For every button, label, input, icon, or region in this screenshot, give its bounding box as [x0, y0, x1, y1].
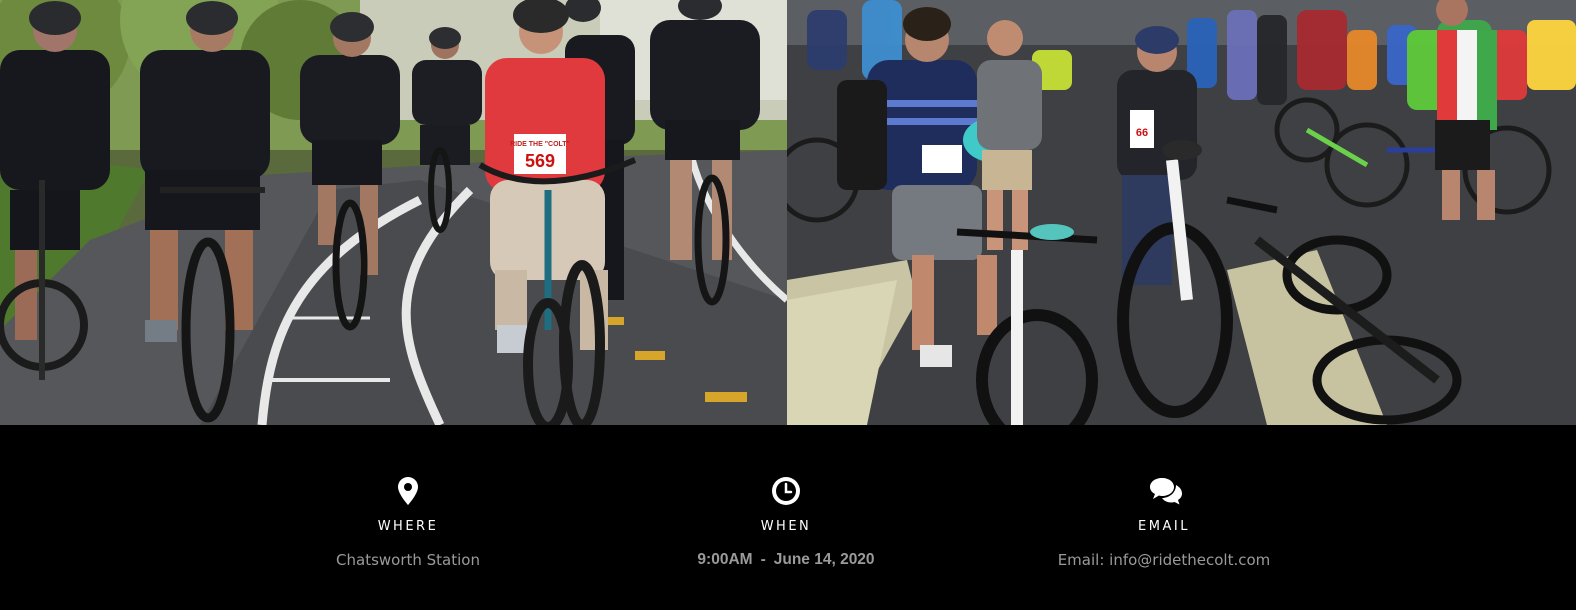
event-date: June 14, 2020 — [773, 551, 875, 568]
clock-icon — [771, 477, 801, 507]
email-heading: EMAIL — [1138, 519, 1190, 534]
chat-bubbles-icon — [1149, 477, 1182, 507]
bib-number-right: 66 — [1136, 127, 1148, 139]
when-column: WHEN 9:00AM - June 14, 2020 — [606, 477, 966, 569]
photo-police-riders-image: RIDE THE "COLT" 569 — [0, 0, 787, 425]
map-pin-icon — [393, 477, 423, 507]
event-time: 9:00AM — [697, 551, 753, 568]
when-value: 9:00AM - June 14, 2020 — [606, 551, 966, 569]
event-info-strip: WHERE Chatsworth Station WHEN 9:00AM - Jun… — [0, 425, 1576, 610]
email-column: EMAIL Email: info@ridethecolt.com — [984, 477, 1344, 569]
where-column: WHERE Chatsworth Station — [228, 477, 588, 569]
bib-number: 569 — [525, 151, 555, 171]
photo-bike-crowd-image: 66 — [787, 0, 1576, 425]
email-value: Email: info@ridethecolt.com — [984, 551, 1344, 569]
bib-title: RIDE THE "COLT" — [510, 141, 570, 148]
when-heading: WHEN — [760, 519, 812, 534]
photo-banner: RIDE THE "COLT" 569 66 — [0, 0, 1576, 425]
where-heading: WHERE — [377, 519, 439, 534]
where-value: Chatsworth Station — [336, 551, 480, 569]
email-address-link[interactable]: info@ridethecolt.com — [1109, 551, 1270, 569]
time-date-separator: - — [760, 551, 766, 568]
email-prefix: Email: — [1057, 551, 1105, 569]
photo-police-riders: RIDE THE "COLT" 569 — [0, 0, 787, 425]
photo-bike-crowd: 66 — [787, 0, 1576, 425]
